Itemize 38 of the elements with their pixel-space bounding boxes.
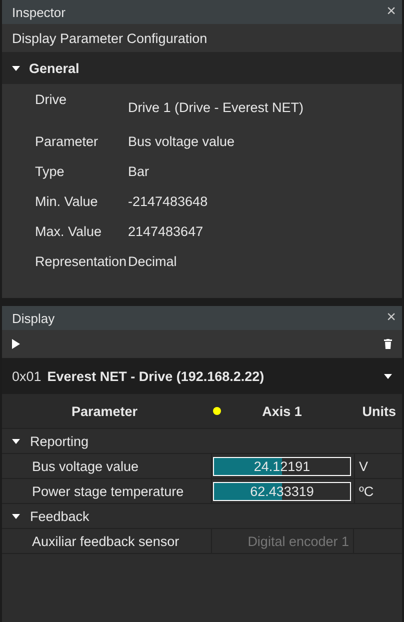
property-label: Representation <box>34 254 128 268</box>
property-value: Bus voltage value <box>128 134 235 148</box>
parameter-name: Bus voltage value <box>2 454 212 478</box>
close-button[interactable]: × <box>386 310 396 326</box>
parameter-name: Power stage temperature <box>2 479 212 503</box>
units-label: V <box>359 458 368 474</box>
property-label: Type <box>34 164 66 178</box>
property-value: Decimal <box>128 254 177 268</box>
device-selector[interactable]: 0x01 Everest NET - Drive (192.168.2.22) <box>2 358 402 394</box>
property-value: Bar <box>128 164 150 178</box>
parameter-name: Auxiliar feedback sensor <box>2 529 212 553</box>
expand-icon <box>12 438 20 444</box>
value-bar: 24.12191 <box>213 456 351 476</box>
property-value: 2147483647 <box>128 224 204 238</box>
group-header[interactable]: Reporting <box>2 429 402 454</box>
dropdown-icon <box>384 374 392 378</box>
property-label: Min. Value <box>34 194 99 208</box>
value-bar: 62.433319 <box>213 482 351 500</box>
trash-icon[interactable] <box>384 339 392 349</box>
expand-icon <box>12 66 20 70</box>
property-value: Drive 1 (Drive - Everest NET) <box>128 99 304 115</box>
units-label: ºC <box>359 484 374 498</box>
property-label: Drive <box>34 92 68 107</box>
panel-title: Display <box>12 310 55 326</box>
panel-title: Inspector <box>12 4 66 20</box>
parameter-value: Digital encoder 1 <box>248 534 349 548</box>
column-header: Axis 1 <box>261 404 303 418</box>
property-label: Parameter <box>34 134 100 148</box>
play-icon[interactable] <box>12 339 20 349</box>
column-header: Units <box>361 404 397 418</box>
inspector-subtitle: Display Parameter Configuration <box>12 30 208 46</box>
column-header: Parameter <box>70 404 139 418</box>
property-label: Max. Value <box>34 224 103 238</box>
close-button[interactable]: × <box>386 4 396 20</box>
property-value: -2147483648 <box>128 194 208 208</box>
expand-icon <box>12 514 20 518</box>
group-header[interactable]: Feedback <box>2 504 402 529</box>
section-header[interactable]: General <box>2 52 402 84</box>
